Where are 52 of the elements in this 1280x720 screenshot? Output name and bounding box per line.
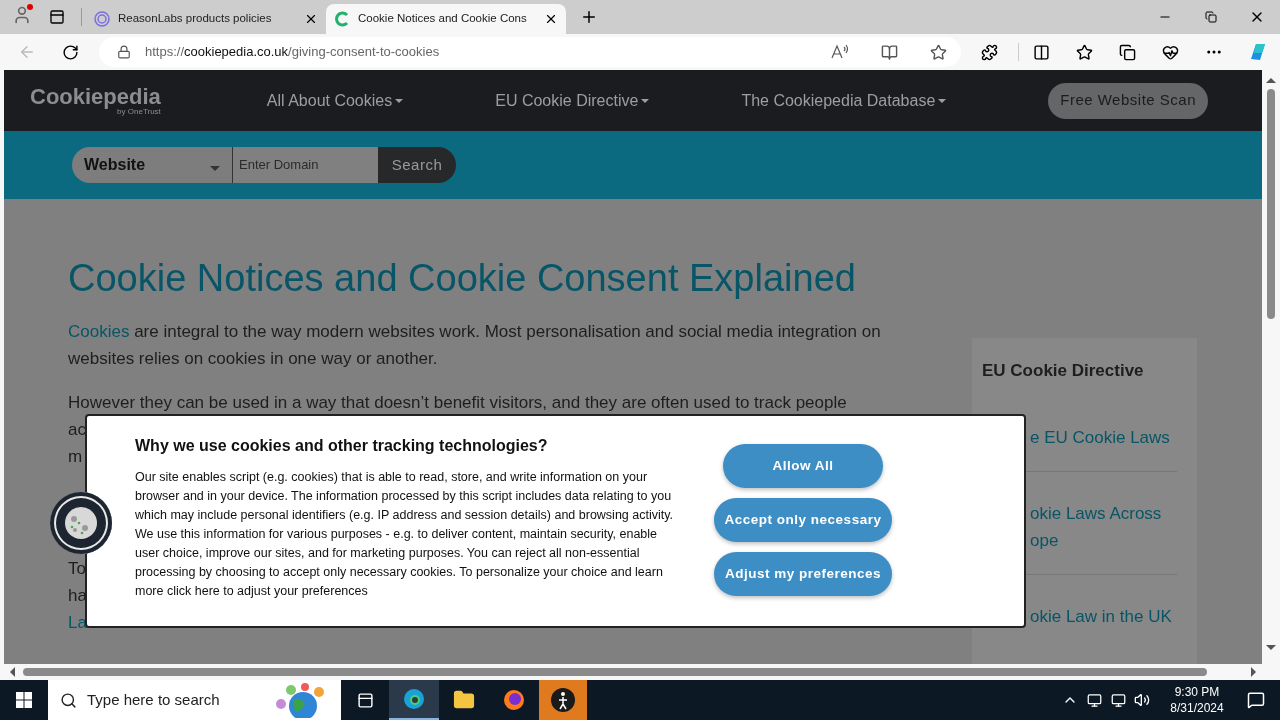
consent-button[interactable]: Adjust my preferences: [714, 552, 892, 596]
taskbar-search-field[interactable]: Type here to search: [48, 680, 341, 720]
address-bar[interactable]: https://cookiepedia.co.uk/giving-consent-to-cookies: [99, 37, 961, 67]
caret-icon: [210, 165, 220, 171]
extensions-icon[interactable]: [981, 43, 998, 61]
browser-tab[interactable]: ReasonLabs products policies: [86, 4, 326, 34]
favorite-icon[interactable]: [930, 43, 947, 61]
nav-link[interactable]: The Cookiepedia Database: [741, 88, 947, 113]
close-icon[interactable]: [544, 12, 558, 26]
consent-button[interactable]: Allow All: [723, 444, 883, 488]
nav-link[interactable]: All About Cookies: [266, 88, 404, 113]
page-heading: Cookie Notices and Cookie Consent Explained: [68, 256, 857, 301]
domain-field[interactable]: Enter Domain: [232, 147, 378, 183]
tab-title: ReasonLabs products policies: [118, 11, 272, 27]
search-icon: [60, 691, 77, 709]
logo-text: Cookiepedia: [30, 85, 161, 108]
collections-icon[interactable]: [1119, 43, 1136, 61]
tab-actions-icon[interactable]: [49, 9, 65, 25]
clock[interactable]: 9:30 PM 8/31/2024: [1162, 684, 1232, 716]
text-fragment: To: [68, 558, 86, 580]
intro-paragraph: Cookies are integral to the way modern websites work. Most personalisation and social media integration on websites relies on cookies in one way or another.: [68, 321, 882, 370]
dialog-title: Why we use cookies and other tracking technologies?: [135, 436, 549, 456]
browser-tab[interactable]: Cookie Notices and Cookie Cons: [326, 4, 566, 34]
lock-icon: [117, 45, 131, 59]
logo-subtext: by OneTrust: [117, 107, 161, 116]
scan-button[interactable]: Free Website Scan: [1048, 82, 1208, 119]
sidebar-title: EU Cookie Directive: [982, 360, 1145, 382]
sidebar-link[interactable]: e EU Cookie Laws: [1030, 423, 1170, 451]
new-tab-icon[interactable]: [580, 8, 598, 26]
consent-button[interactable]: Accept only necessary: [714, 498, 892, 542]
tab-title: Cookie Notices and Cookie Cons: [358, 11, 527, 27]
search-button[interactable]: Search: [378, 147, 456, 183]
paragraph-line: However they can be used in a way that doesn’t benefit visitors, and they are often used to track people: [68, 392, 848, 414]
edge-browser-icon[interactable]: [389, 680, 439, 720]
site-logo-icon: [334, 11, 350, 27]
sidebar-link[interactable]: ope: [1030, 526, 1059, 554]
type-select[interactable]: Website: [72, 147, 232, 183]
nav-link[interactable]: EU Cookie Directive: [495, 88, 650, 113]
read-aloud-icon[interactable]: [831, 44, 849, 60]
reload-icon[interactable]: [62, 43, 79, 61]
url-text: https://cookiepedia.co.uk/giving-consent-to-cookies: [145, 43, 441, 62]
sidebar-link[interactable]: okie Laws Across: [1030, 499, 1162, 527]
text-fragment: m: [68, 446, 83, 468]
split-screen-icon[interactable]: [1033, 43, 1050, 61]
app-icon[interactable]: [539, 680, 587, 720]
site-logo[interactable]: Cookiepedia by OneTrust: [30, 85, 161, 116]
text-fragment: ac: [68, 419, 86, 441]
sidebar-link[interactable]: okie Law in the UK: [1030, 602, 1172, 630]
close-icon[interactable]: [304, 12, 318, 26]
dialog-text: Our site enables script (e.g. cookies) that is able to read, store, and write information on your browser and in your device. The information processed by this script includes data relating to you which may include personal identifiers (e.g. IP address and session details) and browsing activity. We use this information for various purposes - e.g. to deliver content, maintain security, enable user choice, improve our sites, and for marketing purposes. You can reject all non-essential processing by choosing to accept only necessary cookies. To personalize your choice and learn more click here to adjust your preferences: [135, 469, 674, 600]
health-icon[interactable]: [1162, 43, 1179, 61]
cookie-icon: [65, 507, 97, 539]
